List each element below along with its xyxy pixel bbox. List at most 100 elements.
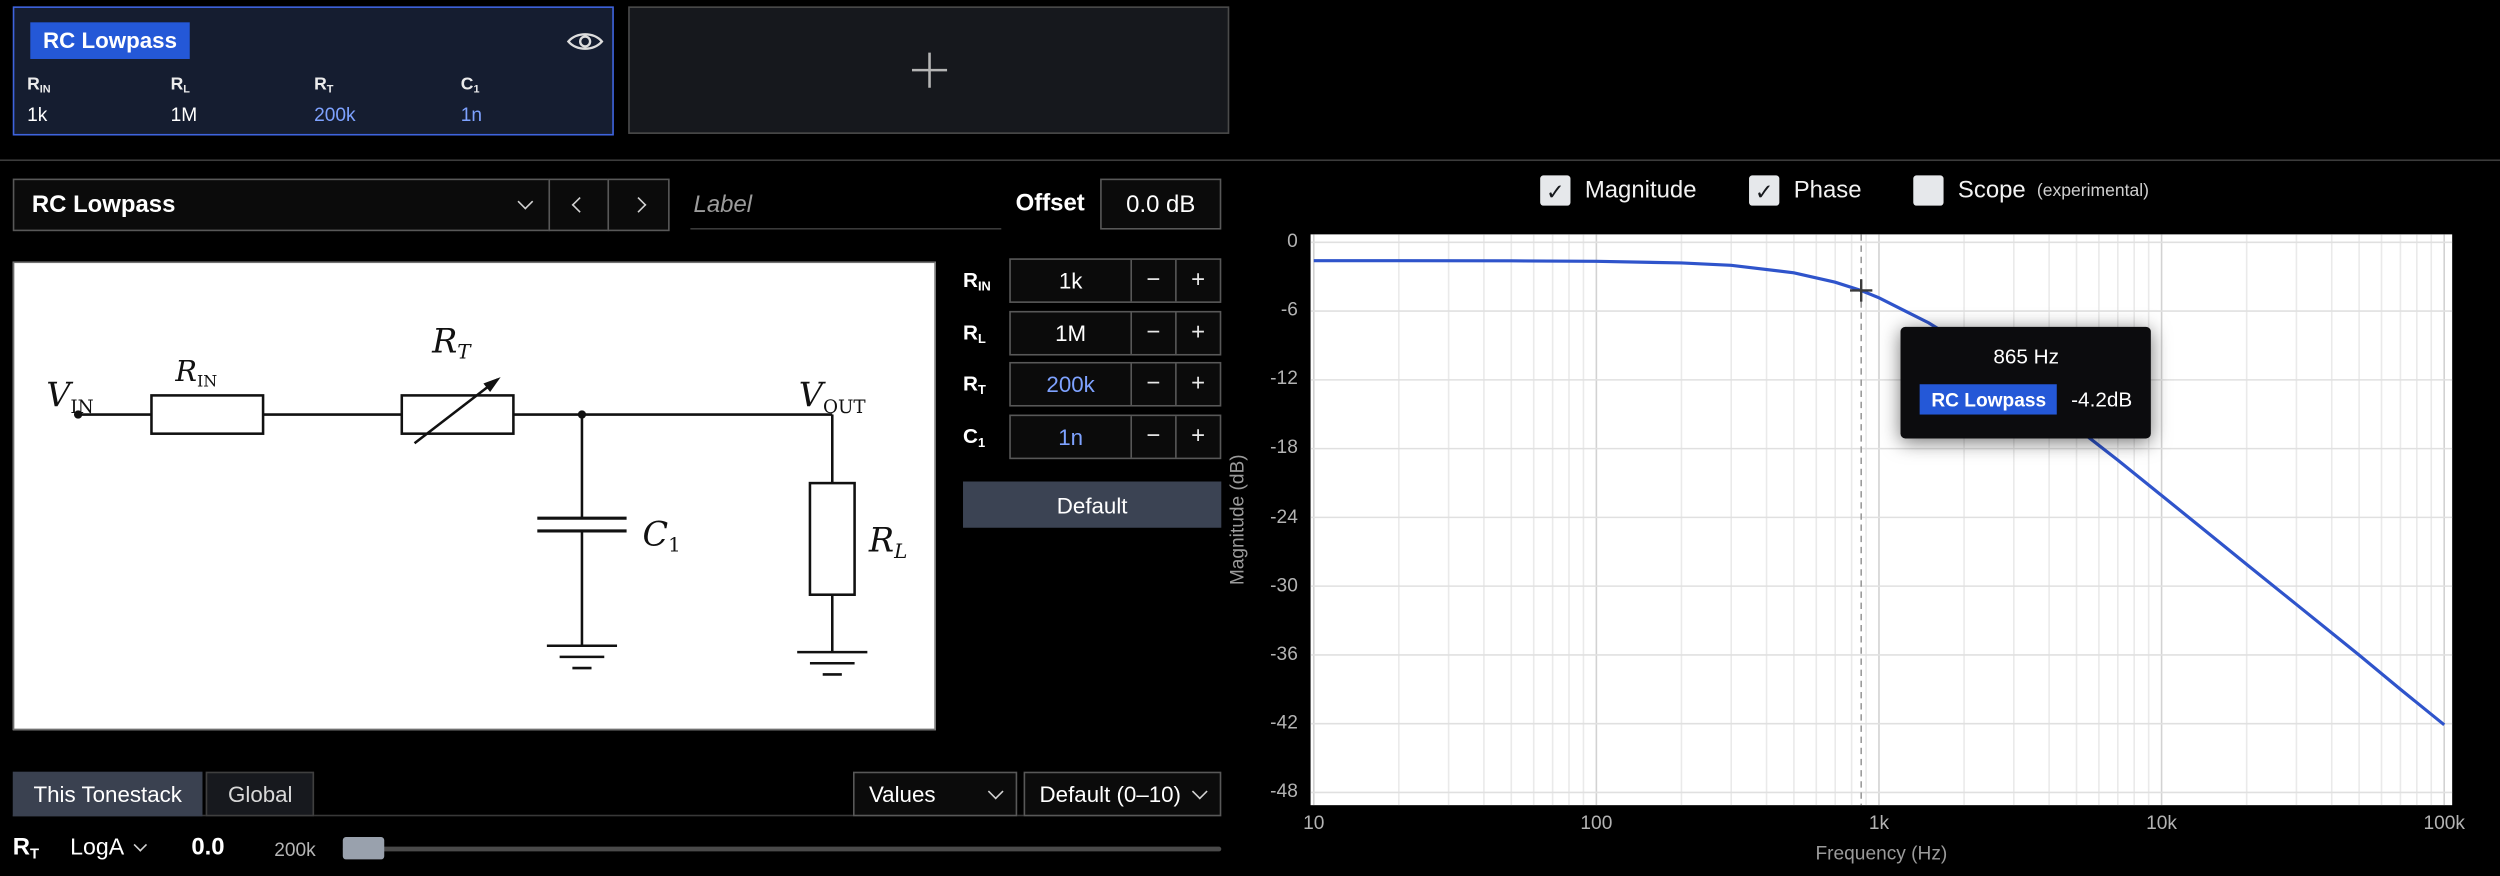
phase-checkbox[interactable]: ✓ (1749, 175, 1780, 206)
y-tick-label: -30 (1270, 573, 1298, 596)
header-divider (0, 159, 2500, 162)
app-root: RC Lowpass RIN 1k RL 1M RT 200k C1 1n RC… (0, 0, 2500, 876)
card-param-rt: RT 200k (314, 75, 451, 126)
prev-tonestack-button[interactable] (548, 178, 610, 232)
y-tick-label: -18 (1270, 435, 1298, 459)
checkmark-icon: ✓ (1545, 177, 1565, 204)
rt-max-label: 200k (274, 838, 316, 861)
tonestack-select[interactable]: RC Lowpass (12, 178, 551, 232)
offset-label: Offset (1015, 189, 1085, 217)
tab-global[interactable]: Global (205, 771, 315, 817)
values-select-value: Values (868, 781, 936, 807)
rt-param-label: RT (12, 833, 40, 862)
y-tick-label: -36 (1270, 642, 1298, 665)
param-row-rin: 1k − + (1009, 258, 1222, 303)
circuit-diagram: VIN RIN RT VOUT C1 RL (12, 261, 936, 731)
card-param-label: RL (170, 74, 190, 96)
label-input[interactable] (690, 181, 1002, 230)
circuit-schematic: VIN RIN RT VOUT C1 RL (46, 321, 907, 676)
increment-button[interactable]: + (1175, 259, 1220, 302)
y-tick-label: -48 (1270, 779, 1298, 802)
chevron-down-icon (1191, 782, 1208, 799)
decrement-button[interactable]: − (1130, 363, 1175, 405)
magnitude-checkbox[interactable]: ✓ (1540, 175, 1571, 206)
scope-label: Scope (1957, 176, 2026, 205)
bode-plot-area[interactable] (1310, 234, 2453, 806)
increment-button[interactable]: + (1175, 312, 1220, 354)
param-value-input[interactable]: 1n (1011, 416, 1131, 457)
param-value-input[interactable]: 1k (1011, 260, 1131, 301)
card-param-rl: RL 1M (171, 75, 308, 126)
x-tick-label: 100k (2423, 811, 2465, 834)
values-select[interactable]: Values (852, 771, 1018, 817)
card-param-label: RIN (27, 74, 51, 96)
rin-label: RIN (174, 354, 217, 391)
phase-label: Phase (1793, 176, 1862, 205)
x-axis-title: Frequency (Hz) (1815, 841, 1948, 865)
y-tick-label: 0 (1287, 229, 1298, 252)
rt-label: RT (431, 321, 472, 363)
param-label-rin: RIN (963, 267, 991, 294)
param-row-rl: 1M − + (1009, 310, 1222, 356)
eye-visibility-button[interactable] (563, 24, 608, 59)
increment-button[interactable]: + (1175, 363, 1220, 405)
tooltip-frequency: 865 Hz (1993, 344, 2060, 369)
phase-toggle: ✓ Phase (1749, 175, 1862, 206)
tooltip-series-badge: RC Lowpass (1920, 384, 2058, 415)
y-tick-label: -12 (1270, 367, 1298, 390)
card-param-label: RT (314, 74, 334, 96)
vin-label: VIN (46, 376, 93, 418)
rl-label: RL (868, 521, 907, 563)
default-button[interactable]: Default (963, 481, 1222, 528)
scope-suffix-label: (experimental) (2036, 180, 2150, 201)
chevron-down-icon (987, 782, 1004, 799)
offset-input[interactable]: 0.0 dB (1100, 178, 1222, 230)
magnitude-toggle: ✓ Magnitude (1540, 175, 1697, 206)
card-param-value: 1n (460, 103, 483, 126)
scope-checkbox[interactable] (1913, 175, 1944, 206)
tonestack-card-title: RC Lowpass (30, 22, 190, 59)
chevron-down-icon (133, 838, 147, 852)
tooltip-value: -4.2dB (2071, 387, 2133, 412)
taper-select[interactable]: LogA (70, 835, 147, 861)
card-param-rin: RIN 1k (27, 75, 164, 126)
chevron-down-icon (517, 193, 534, 210)
next-tonestack-button[interactable] (607, 178, 670, 232)
bode-plot-canvas (1310, 234, 2453, 806)
y-axis-ticks: 0 -6 -12 -18 -24 -30 -36 -42 -48 (1212, 230, 1298, 805)
card-param-value: 1k (27, 103, 48, 126)
increment-button[interactable]: + (1175, 416, 1220, 458)
param-label-rl: RL (963, 320, 986, 347)
tonestack-select-value: RC Lowpass (31, 191, 176, 219)
tab-this-tonestack[interactable]: This Tonestack (12, 771, 203, 817)
plus-icon (911, 52, 947, 88)
chart-tooltip: 865 Hz RC Lowpass -4.2dB (1901, 327, 2152, 439)
y-tick-label: -6 (1280, 298, 1298, 321)
checkmark-icon: ✓ (1754, 177, 1774, 204)
decrement-button[interactable]: − (1130, 259, 1175, 302)
card-param-label: C1 (460, 74, 480, 96)
eye-icon (566, 33, 604, 50)
card-param-value: 200k (314, 103, 356, 126)
vout-label: VOUT (799, 376, 867, 418)
default-range-select-value: Default (0–10) (1039, 781, 1181, 807)
tonestack-card-selected[interactable]: RC Lowpass RIN 1k RL 1M RT 200k C1 1n (12, 6, 614, 136)
decrement-button[interactable]: − (1130, 416, 1175, 458)
rt-slider-handle[interactable] (342, 837, 385, 860)
x-tick-label: 10k (2146, 811, 2178, 834)
taper-select-value: LogA (70, 835, 125, 861)
decrement-button[interactable]: − (1130, 312, 1175, 354)
param-value-input[interactable]: 200k (1011, 364, 1131, 405)
default-range-select[interactable]: Default (0–10) (1023, 771, 1222, 817)
card-param-c1: C1 1n (461, 75, 598, 126)
rt-slider-track[interactable] (342, 846, 1222, 852)
param-value-input[interactable]: 1M (1011, 313, 1131, 354)
magnitude-label: Magnitude (1584, 176, 1697, 205)
add-tonestack-button[interactable] (628, 6, 1230, 134)
chevron-left-icon (570, 196, 587, 213)
x-tick-label: 10 (1303, 811, 1325, 834)
y-tick-label: -24 (1270, 504, 1298, 527)
param-row-rt: 200k − + (1009, 361, 1222, 407)
x-axis-ticks: 10 100 1k 10k 100k (1303, 811, 2465, 838)
rt-slider-value: 0.0 (191, 833, 225, 861)
